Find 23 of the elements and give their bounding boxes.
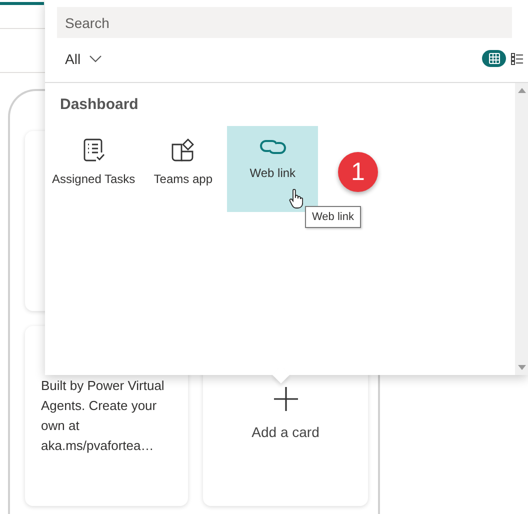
scroll-up-icon (518, 88, 526, 93)
scrollbar[interactable] (515, 83, 528, 375)
tab-underline (0, 2, 44, 5)
grid-icon (488, 53, 500, 64)
filter-dropdown[interactable]: All (57, 50, 110, 66)
card-type-item[interactable]: Assigned Tasks (48, 126, 140, 212)
grid-view-button[interactable] (482, 50, 506, 67)
chevron-down-icon (88, 54, 102, 62)
plus-icon (272, 386, 298, 412)
card-text: Built by Power Virtual Agents. Create your own at aka.ms/pvafortea… (40, 377, 166, 455)
link-icon (258, 138, 287, 156)
scroll-down-icon (518, 365, 526, 370)
step-badge: 1 (338, 152, 378, 192)
hand-cursor-icon (289, 189, 303, 209)
checklist-icon (82, 138, 105, 162)
card-type-item[interactable]: Teams app (145, 126, 222, 212)
card-type-item[interactable]: Web link (227, 126, 318, 212)
search-field[interactable]: Search (57, 7, 512, 38)
tooltip: Web link (305, 206, 361, 228)
apps-icon (171, 138, 196, 162)
list-view-button[interactable] (509, 50, 525, 67)
section-title: Dashboard (59, 95, 140, 113)
list-icon (511, 52, 523, 64)
